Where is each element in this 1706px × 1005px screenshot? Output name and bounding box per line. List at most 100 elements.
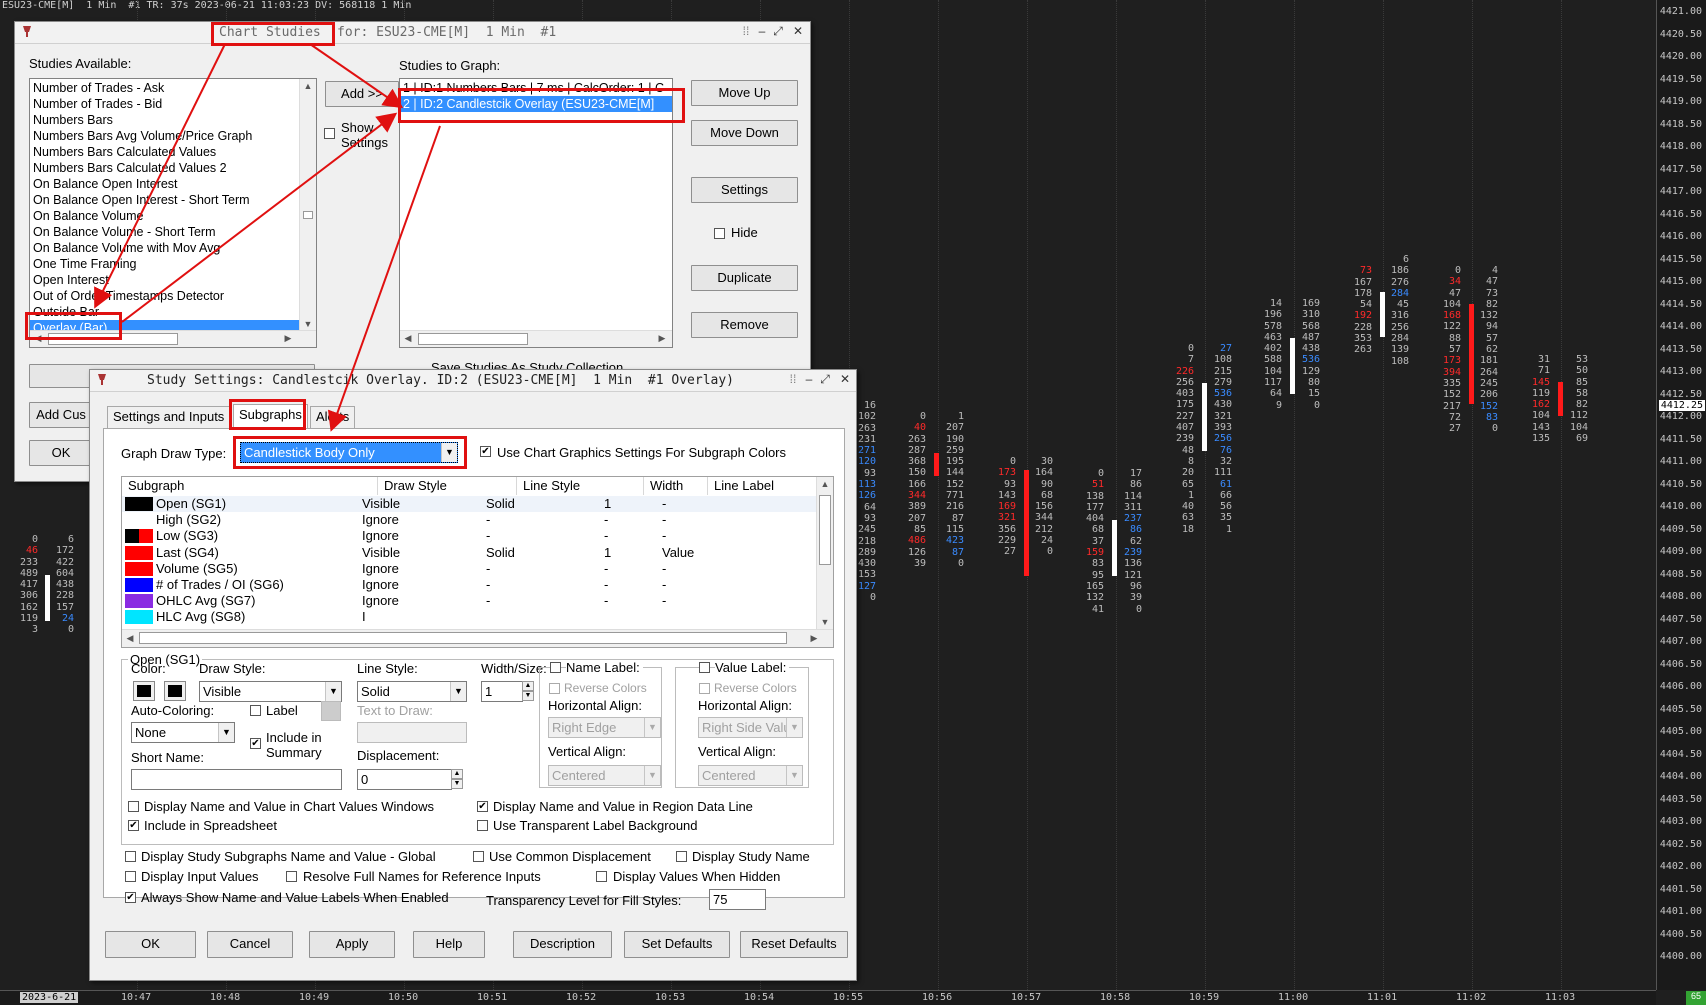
description-button[interactable]: Description [513, 931, 612, 958]
include-spreadsheet-checkbox[interactable]: ✔ [128, 820, 139, 831]
tab-subgraphs[interactable]: Subgraphs [233, 404, 308, 428]
primary-color-button[interactable] [133, 681, 155, 701]
study-item[interactable]: Numbers Bars Calculated Values [30, 144, 300, 160]
horizontal-scrollbar[interactable]: ◀ ▶ [30, 330, 316, 347]
scroll-thumb[interactable] [139, 632, 787, 644]
studies-available-list[interactable]: Number of Trades - Ask Number of Trades -… [29, 78, 317, 348]
close-icon[interactable]: ✕ [838, 372, 852, 386]
scroll-thumb[interactable] [48, 333, 178, 345]
column-header-subgraph[interactable]: Subgraph [122, 477, 378, 495]
name-vertical-align-select[interactable]: Centered ▼ [548, 765, 661, 786]
scroll-thumb[interactable] [303, 211, 313, 219]
subgraphs-grid[interactable]: Subgraph Draw Style Line Style Width Lin… [121, 476, 834, 648]
close-icon[interactable]: ✕ [791, 24, 805, 38]
study-settings-titlebar[interactable]: Study Settings: Candlestcik Overlay. ID:… [90, 370, 856, 392]
duplicate-button[interactable]: Duplicate [691, 265, 798, 291]
tab-alerts[interactable]: Alerts [310, 406, 356, 428]
ok-button[interactable]: OK [105, 931, 196, 958]
subgraph-row[interactable]: Last (SG4) Visible Solid 1 Value [122, 545, 818, 561]
transparency-input[interactable]: 75 [709, 889, 766, 910]
study-item[interactable]: Number of Trades - Bid [30, 96, 300, 112]
settings-button[interactable]: Settings [691, 177, 798, 203]
subgraph-row[interactable]: HLC Avg (SG8) I [122, 609, 818, 625]
scroll-up-icon[interactable]: ▲ [817, 479, 833, 489]
grip-icon[interactable]: ⁞⁞ [739, 24, 753, 38]
resolve-full-names-checkbox[interactable] [286, 871, 297, 882]
study-item[interactable]: Out of Order Timestamps Detector [30, 288, 300, 304]
scroll-left-icon[interactable]: ◀ [30, 333, 46, 344]
value-vertical-align-select[interactable]: Centered ▼ [698, 765, 803, 786]
add-study-button[interactable]: Add >> [325, 81, 399, 107]
set-defaults-button[interactable]: Set Defaults [624, 931, 730, 958]
scroll-thumb[interactable] [819, 495, 831, 565]
study-item[interactable]: Numbers Bars Avg Volume/Price Graph [30, 128, 300, 144]
chevron-down-icon[interactable]: ▼ [325, 682, 341, 701]
name-horizontal-align-select[interactable]: Right Edge ▼ [548, 717, 661, 738]
help-button[interactable]: Help [413, 931, 485, 958]
minimize-icon[interactable]: – [755, 24, 769, 38]
chevron-down-icon[interactable]: ▼ [786, 718, 802, 737]
price-axis[interactable]: 4421.00 4420.50 4420.00 4419.50 4419.00 4418.… [1656, 0, 1706, 990]
horizontal-scrollbar[interactable]: ◀ ▶ [400, 330, 672, 347]
spin-down-icon[interactable]: ▼ [451, 779, 463, 789]
study-item[interactable]: On Balance Open Interest [30, 176, 300, 192]
horizontal-scrollbar[interactable]: ◀ ▶ [122, 629, 833, 647]
name-reverse-colors-checkbox[interactable] [549, 683, 560, 694]
vertical-scrollbar[interactable]: ▲ ▼ [299, 79, 316, 331]
chevron-down-icon[interactable]: ▼ [218, 723, 234, 742]
scroll-down-icon[interactable]: ▼ [817, 617, 833, 627]
restore-icon[interactable]: ⤢ [818, 372, 832, 387]
subgraph-row[interactable]: Open (SG1) Visible Solid 1 - [122, 496, 818, 512]
subgraph-row[interactable]: Low (SG3) Ignore - - - [122, 528, 818, 544]
column-header-line-style[interactable]: Line Style [517, 477, 644, 495]
study-item[interactable]: On Balance Volume with Mov Avg [30, 240, 300, 256]
scroll-right-icon[interactable]: ▶ [654, 333, 670, 344]
use-chart-graphics-checkbox[interactable]: ✔ [480, 446, 491, 457]
scroll-down-icon[interactable]: ▼ [300, 319, 316, 329]
display-when-hidden-checkbox[interactable] [596, 871, 607, 882]
short-name-input[interactable] [131, 769, 342, 790]
restore-icon[interactable]: ⤢ [771, 24, 785, 39]
display-input-values-checkbox[interactable] [125, 871, 136, 882]
scroll-up-icon[interactable]: ▲ [300, 81, 316, 91]
value-reverse-colors-checkbox[interactable] [699, 683, 710, 694]
display-chart-values-checkbox[interactable] [128, 801, 139, 812]
move-up-button[interactable]: Move Up [691, 80, 798, 106]
study-item[interactable]: On Balance Open Interest - Short Term [30, 192, 300, 208]
spin-up-icon[interactable]: ▲ [451, 769, 463, 779]
chevron-down-icon[interactable]: ▼ [786, 766, 802, 785]
scroll-right-icon[interactable]: ▶ [280, 333, 296, 344]
graph-study-item[interactable]: 1 | ID:1 Numbers Bars | 7 ms | CalcOrder… [400, 80, 672, 96]
include-summary-checkbox[interactable]: ✔ [250, 738, 261, 749]
study-item[interactable]: On Balance Volume [30, 208, 300, 224]
chevron-down-icon[interactable]: ▼ [644, 718, 660, 737]
study-item[interactable]: On Balance Volume - Short Term [30, 224, 300, 240]
graph-draw-type-select[interactable]: Candlestick Body Only ▼ [240, 442, 458, 463]
reset-defaults-button[interactable]: Reset Defaults [740, 931, 848, 958]
text-to-draw-input[interactable] [357, 722, 467, 743]
chart-studies-titlebar[interactable]: Chart Studies for: ESU23-CME[M] 1 Min #1… [15, 22, 810, 44]
column-header-draw-style[interactable]: Draw Style [378, 477, 517, 495]
subgraph-row[interactable]: Volume (SG5) Ignore - - - [122, 561, 818, 577]
remove-button[interactable]: Remove [691, 312, 798, 338]
cancel-button[interactable]: Cancel [207, 931, 293, 958]
common-displacement-checkbox[interactable] [473, 851, 484, 862]
vertical-scrollbar[interactable]: ▲ ▼ [816, 477, 833, 629]
line-style-select[interactable]: Solid ▼ [357, 681, 467, 702]
transparent-bg-checkbox[interactable] [477, 820, 488, 831]
move-down-button[interactable]: Move Down [691, 120, 798, 146]
study-item[interactable]: Open Interest [30, 272, 300, 288]
displacement-input[interactable]: 0 [357, 769, 452, 790]
spin-up-icon[interactable]: ▲ [522, 681, 534, 691]
tab-settings-and-inputs[interactable]: Settings and Inputs [107, 406, 231, 428]
scroll-left-icon[interactable]: ◀ [400, 333, 416, 344]
subgraph-row[interactable]: High (SG2) Ignore - - - [122, 512, 818, 528]
study-item[interactable]: One Time Framing [30, 256, 300, 272]
grip-icon[interactable]: ⁞⁞ [786, 372, 800, 386]
column-header-line-label[interactable]: Line Label [708, 477, 818, 495]
chevron-down-icon[interactable]: ▼ [450, 682, 466, 701]
time-axis[interactable]: 2023-6-21 10:47 10:48 10:49 10:50 10:51 … [0, 990, 1656, 1005]
value-label-checkbox[interactable] [699, 662, 710, 673]
scroll-left-icon[interactable]: ◀ [122, 633, 138, 644]
minimize-icon[interactable]: – [802, 372, 816, 386]
